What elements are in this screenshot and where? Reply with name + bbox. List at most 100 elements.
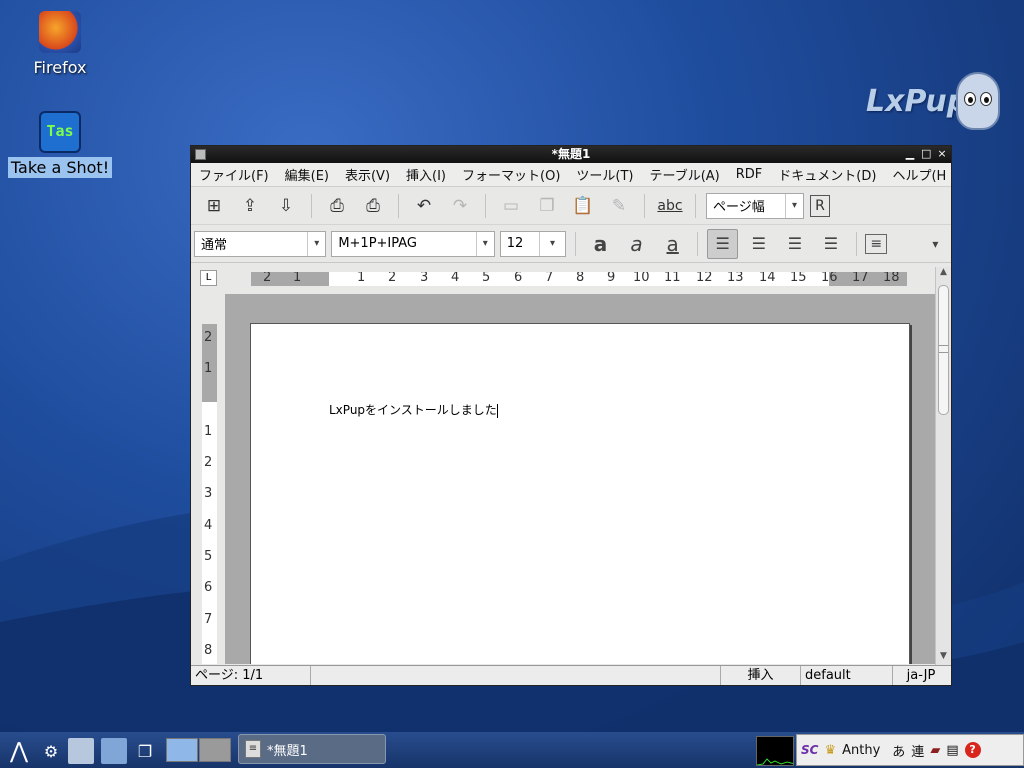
align-left-icon[interactable]: ☰ [707,228,739,259]
status-page: ページ: 1/1 [191,666,311,685]
help-icon[interactable]: ? [964,742,981,758]
vertical-ruler-strip: 2 1 1 2 3 4 5 6 7 8 [192,294,225,664]
status-language[interactable]: ja-JP [893,666,949,685]
network-icon[interactable] [101,738,127,764]
scroll-down-icon[interactable]: ▼ [936,651,951,665]
workspace-1[interactable] [166,738,198,762]
new-document-icon[interactable]: ⊞ [199,192,229,220]
ruler-number: 3 [420,272,429,285]
menu-bar: ファイル(F) 編集(E) 表示(V) 挿入(I) フォーマット(O) ツール(… [191,163,951,187]
font-select[interactable]: M+1P+IPAG ▾ [331,230,495,257]
underline-icon[interactable]: a [657,229,688,259]
properties-icon[interactable]: ▤ [946,743,958,758]
system-tray: SC ♛ Anthy あ 連 ▰ ▤ ? [796,734,1024,766]
show-desktop-icon[interactable]: ❐ [132,738,158,764]
standard-toolbar: ⊞ ⇪ ⇩ ⎙ ⎙ ↶ ↷ ▭ ❐ 📋 ✎ abc ページ幅 ▾ R [191,187,951,225]
format-painter-icon[interactable]: ✎ [604,192,634,220]
italic-icon[interactable]: a [621,229,652,259]
cut-icon[interactable]: ▭ [496,192,526,220]
ruler-number: 6 [514,272,523,285]
undo-icon[interactable]: ↶ [409,192,439,220]
menu-format[interactable]: フォーマット(O) [454,165,568,184]
document-text: LxPupをインストールしました [329,403,497,417]
ruler-number: 13 [727,272,744,285]
spellcheck-icon[interactable]: abc [655,192,685,220]
numbered-list-icon[interactable]: ≡ [865,233,887,254]
bold-icon[interactable]: a [585,229,616,259]
desktop-icon-label: Take a Shot! [7,157,113,178]
ruler-number: 14 [759,272,776,285]
menu-table[interactable]: テーブル(A) [642,165,728,184]
start-menu-icon[interactable]: ⋀ [4,738,34,764]
font-size-select[interactable]: 12 ▾ [499,230,566,257]
menu-edit[interactable]: 編集(E) [277,165,337,184]
status-insert-mode[interactable]: 挿入 [721,666,801,685]
taskbar-window-button[interactable]: ≡ *無題1 [238,734,386,764]
toolbar-overflow-chevron-icon[interactable]: ▾ [920,229,951,259]
document-icon: ≡ [245,740,261,758]
ruler-number: 4 [204,518,213,533]
close-button[interactable]: × [937,147,947,161]
align-justify-icon[interactable]: ☰ [815,229,846,259]
copy-icon[interactable]: ❐ [532,192,562,220]
print-preview-icon[interactable]: ⎙ [358,192,388,220]
ruler-number: 1 [357,272,366,285]
print-icon[interactable]: ⎙ [322,192,352,220]
cpu-monitor[interactable] [756,736,794,766]
chevron-down-icon: ▾ [538,231,565,256]
input-mode-kana[interactable]: あ [892,741,905,760]
ruler-number: 8 [576,272,585,285]
scroll-up-icon[interactable]: ▲ [936,267,951,281]
menu-tools[interactable]: ツール(T) [568,165,641,184]
style-select[interactable]: 通常 ▾ [194,230,327,257]
menu-view[interactable]: 表示(V) [337,165,398,184]
maximize-button[interactable]: □ [921,147,931,161]
document-page[interactable]: LxPupをインストールしました [250,323,910,664]
editor-window: *無題1 ▁ □ × ファイル(F) 編集(E) 表示(V) 挿入(I) フォー… [190,145,952,686]
menu-insert[interactable]: 挿入(I) [398,165,454,184]
status-spacer [311,666,721,685]
ruler-number: 11 [664,272,681,285]
desktop-icon-firefox[interactable]: Firefox [5,11,115,78]
save-document-icon[interactable]: ⇩ [271,192,301,220]
ime-name[interactable]: Anthy [842,743,880,758]
horizontal-ruler[interactable]: 2 1 1 2 3 4 5 6 7 8 9 10 11 12 13 14 15 … [251,272,907,286]
ruler-number: 8 [204,643,213,658]
vertical-scrollbar[interactable]: ▲ ▼ [935,267,951,665]
paste-icon[interactable]: 📋 [568,192,598,220]
redo-icon[interactable]: ↷ [445,192,475,220]
desktop-icon-take-a-shot[interactable]: Tas Take a Shot! [5,111,115,178]
menu-help[interactable]: ヘルプ(H [884,165,951,184]
workspace-2[interactable] [199,738,231,762]
ruler-number: 17 [852,272,869,285]
open-document-icon[interactable]: ⇪ [235,192,265,220]
minimize-button[interactable]: ▁ [905,147,915,161]
toolbar-separator [697,231,699,256]
menu-file[interactable]: ファイル(F) [191,165,277,184]
status-style: default [801,666,893,685]
window-titlebar[interactable]: *無題1 ▁ □ × [191,146,951,163]
settings-tools-icon[interactable]: ⚙ [36,738,66,764]
document-text-line[interactable]: LxPupをインストールしました [329,401,498,418]
menu-rdf[interactable]: RDF [728,167,771,182]
align-right-icon[interactable]: ☰ [779,229,810,259]
file-manager-icon[interactable] [68,738,94,764]
ruler-number: 9 [607,272,616,285]
crown-icon[interactable]: ♛ [824,743,836,758]
zoom-select[interactable]: ページ幅 ▾ [706,192,804,219]
menu-document[interactable]: ドキュメント(D) [770,165,884,184]
ruler-number: 2 [204,455,213,470]
align-center-icon[interactable]: ☰ [743,229,774,259]
ruler-number: 7 [204,612,213,627]
vertical-ruler[interactable]: 2 1 1 2 3 4 5 6 7 8 [202,324,217,664]
document-workspace: 2 1 1 2 3 4 5 6 7 8 LxPupをインストールしました [192,294,937,664]
rdf-icon[interactable]: R [810,194,830,217]
ruler-number: 3 [204,486,213,501]
ruler-number: 10 [633,272,650,285]
conversion-mode[interactable]: 連 [911,741,924,760]
scim-icon[interactable]: SC [801,743,818,757]
mascot-logo-icon [956,72,1000,130]
dictionary-icon[interactable]: ▰ [930,743,940,758]
tab-stop-selector[interactable]: L [200,270,217,286]
ruler-number: 15 [790,272,807,285]
